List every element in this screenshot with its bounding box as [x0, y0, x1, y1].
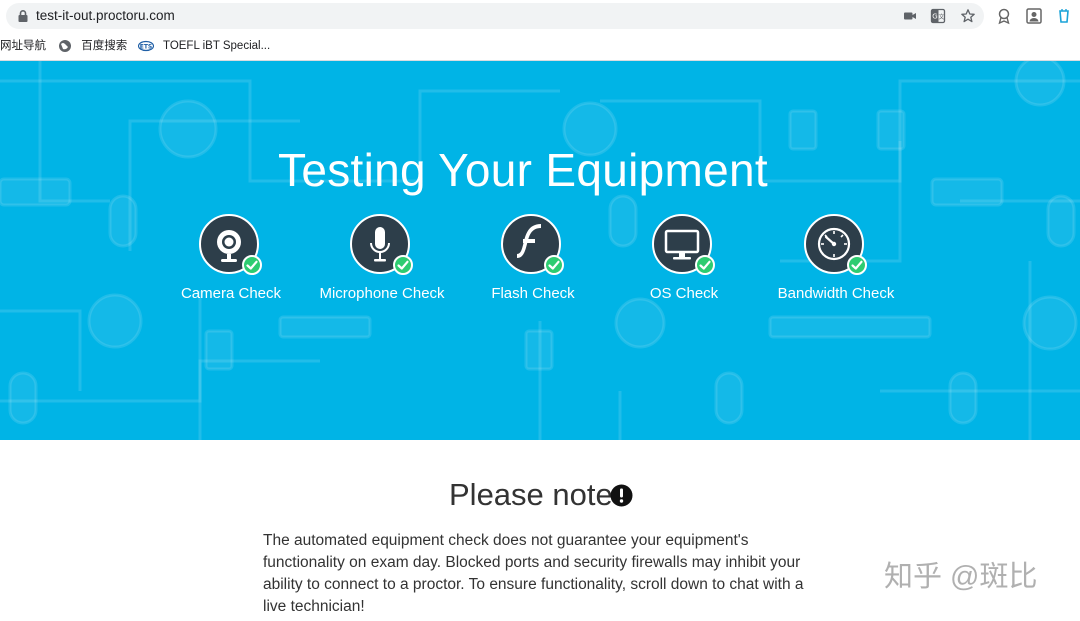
- globe-icon: [59, 39, 71, 52]
- check-label: Bandwidth Check: [777, 285, 895, 302]
- svg-text:文: 文: [938, 13, 944, 21]
- bookmarks-bar: 网址导航 百度搜索 ETS TOEFL iBT Special...: [0, 32, 1080, 61]
- bookmark-label: 网址导航: [0, 40, 46, 52]
- check-success-icon: [544, 255, 564, 275]
- bookmark-item[interactable]: ETS TOEFL iBT Special...: [138, 37, 270, 55]
- note-body-text: The automated equipment check does not g…: [263, 532, 804, 615]
- check-success-icon: [847, 255, 867, 275]
- extension-award-icon[interactable]: [995, 7, 1013, 25]
- translate-icon[interactable]: G 文: [930, 8, 946, 24]
- ets-logo-icon: ETS: [138, 40, 154, 52]
- note-title: Please note: [449, 477, 613, 512]
- bandwidth-check: Bandwidth Check: [746, 214, 926, 306]
- svg-text:ETS: ETS: [140, 43, 153, 50]
- address-bar[interactable]: test-it-out.proctoru.com G 文: [6, 3, 984, 29]
- check-success-icon: [695, 255, 715, 275]
- note-heading: Please note: [0, 474, 1080, 518]
- lock-icon[interactable]: [16, 9, 30, 23]
- extension-profile-icon[interactable]: [1025, 7, 1043, 25]
- bookmark-item[interactable]: 百度搜索: [58, 37, 127, 55]
- browser-toolbar: test-it-out.proctoru.com G 文: [0, 0, 1080, 32]
- svg-text:G: G: [932, 13, 937, 21]
- check-success-icon: [242, 255, 262, 275]
- star-bookmark-icon[interactable]: [960, 8, 976, 24]
- watermark: 知乎 @斑比: [884, 561, 1038, 593]
- url-text[interactable]: test-it-out.proctoru.com: [36, 7, 175, 25]
- camera-indicator-icon[interactable]: [902, 8, 918, 24]
- page-title: Testing Your Equipment: [278, 144, 768, 196]
- bookmark-item[interactable]: 网址导航: [0, 37, 46, 55]
- extension-cup-icon[interactable]: [1055, 7, 1073, 25]
- exclamation-icon: [610, 484, 633, 507]
- equipment-test-hero: Testing Your Equipment Camera Check Micr…: [0, 61, 1080, 440]
- bookmark-label: 百度搜索: [81, 40, 128, 52]
- bookmark-label: TOEFL iBT Special...: [163, 40, 271, 52]
- check-success-icon: [393, 255, 413, 275]
